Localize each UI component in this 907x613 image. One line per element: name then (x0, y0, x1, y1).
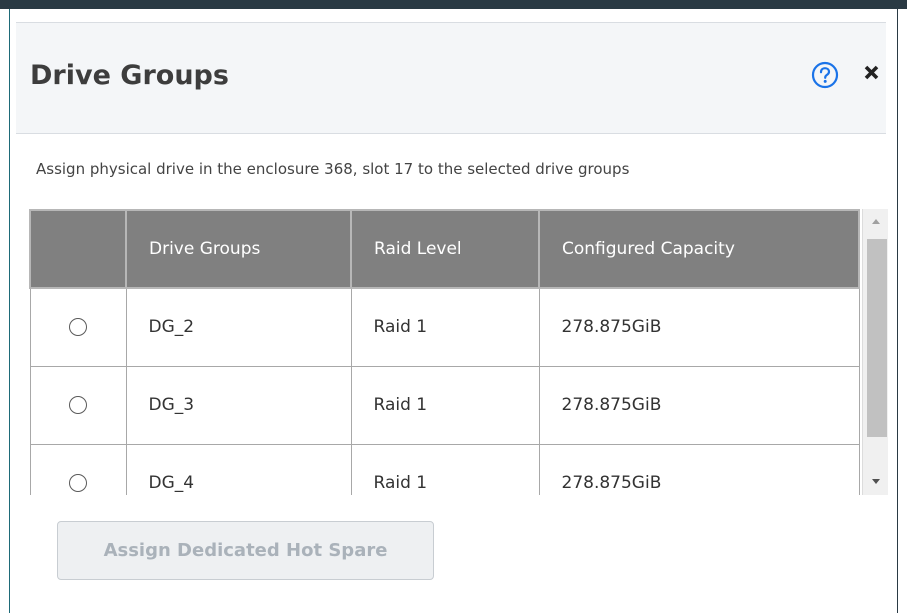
dialog-title: Drive Groups (30, 60, 229, 91)
screen: Drive Groups Assign physical drive in th… (0, 0, 907, 613)
table-row[interactable]: DG_2 Raid 1 278.875GiB (29, 287, 860, 367)
capacity-cell: 278.875GiB (538, 287, 860, 367)
background-window-edge (0, 0, 907, 9)
drive-groups-table: Drive Groups Raid Level Configured Capac… (29, 209, 860, 495)
radio-button[interactable] (69, 474, 87, 492)
assign-dedicated-hot-spare-button[interactable]: Assign Dedicated Hot Spare (57, 521, 434, 580)
table-row[interactable]: DG_4 Raid 1 278.875GiB (29, 443, 860, 495)
drive-group-cell: DG_2 (125, 287, 352, 367)
table-header-row: Drive Groups Raid Level Configured Capac… (29, 209, 860, 289)
column-header-raid-level[interactable]: Raid Level (350, 209, 540, 289)
raid-level-cell: Raid 1 (350, 287, 540, 367)
drive-groups-table-viewport: Drive Groups Raid Level Configured Capac… (29, 209, 893, 495)
raid-level-cell: Raid 1 (350, 365, 540, 445)
dialog-right-border (897, 9, 907, 613)
column-header-select (29, 209, 127, 289)
capacity-cell: 278.875GiB (538, 443, 860, 495)
radio-button[interactable] (69, 318, 87, 337)
scroll-up-arrow-icon[interactable] (863, 209, 889, 235)
raid-level-cell: Raid 1 (350, 443, 540, 495)
dialog-left-border (0, 9, 10, 613)
help-icon[interactable] (810, 60, 840, 90)
radio-button[interactable] (69, 396, 87, 414)
column-header-drive-groups[interactable]: Drive Groups (125, 209, 352, 289)
scrollbar-thumb[interactable] (867, 239, 887, 437)
select-cell (29, 365, 127, 445)
close-icon[interactable] (858, 58, 886, 86)
table-scrollbar[interactable] (862, 209, 888, 495)
dialog-description: Assign physical drive in the enclosure 3… (36, 160, 630, 178)
select-cell (29, 287, 127, 367)
drive-group-cell: DG_4 (125, 443, 352, 495)
drive-group-cell: DG_3 (125, 365, 352, 445)
table-row[interactable]: DG_3 Raid 1 278.875GiB (29, 365, 860, 445)
select-cell (29, 443, 127, 495)
capacity-cell: 278.875GiB (538, 365, 860, 445)
scroll-down-arrow-icon[interactable] (863, 469, 889, 495)
column-header-configured-capacity[interactable]: Configured Capacity (538, 209, 860, 289)
